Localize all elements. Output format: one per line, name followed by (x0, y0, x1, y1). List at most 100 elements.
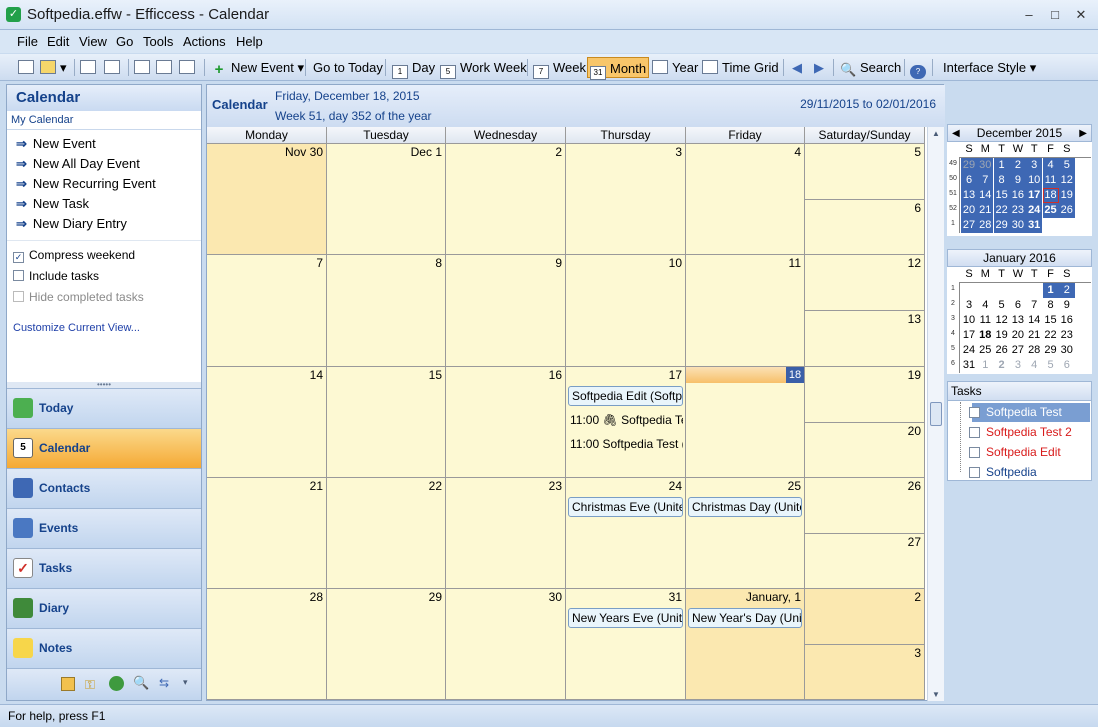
mini-calendar-day[interactable]: 29 (961, 158, 977, 173)
day-cell[interactable]: 25 Christmas Day (United States) (686, 478, 805, 589)
mini-calendar-day[interactable]: 27 (961, 218, 977, 233)
day-cell[interactable]: Nov 30 (207, 144, 327, 255)
day-cell[interactable]: 3 (566, 144, 686, 255)
event-item[interactable]: Softpedia Edit (Softpedia) (568, 386, 683, 406)
mini-calendar-day[interactable]: 1 (1042, 283, 1059, 298)
key-icon[interactable]: ⚿ (85, 677, 95, 693)
mini-calendar-day[interactable]: 11 (1042, 173, 1059, 188)
mini-calendar-day[interactable]: 13 (961, 188, 977, 203)
mini-calendar-day[interactable]: 3 (1010, 358, 1026, 373)
mini-calendar-day[interactable]: 16 (1009, 188, 1026, 203)
day-cell[interactable]: Dec 1 (327, 144, 446, 255)
open-folder-icon[interactable]: ▾ (40, 57, 67, 78)
mini-calendar-day[interactable]: 13 (1010, 313, 1026, 328)
sunday-cell[interactable]: 3 (805, 645, 925, 700)
mini-calendar-day[interactable]: 5 (1043, 358, 1059, 373)
day-cell[interactable]: 17 Softpedia Edit (Softpedia) 11:00 🖇 Soft… (566, 367, 686, 478)
mini-calendar-day[interactable]: 17 (961, 328, 977, 343)
task-item[interactable]: Softpedia Test 2 (969, 423, 1090, 442)
day-cell[interactable]: 28 (207, 589, 327, 700)
mini-calendar-day[interactable]: 23 (1009, 203, 1026, 218)
mini-calendar-day[interactable]: 4 (1026, 358, 1042, 373)
menu-actions[interactable]: Actions (183, 34, 226, 49)
day-cell[interactable]: 4 (686, 144, 805, 255)
mini-calendar-day[interactable]: 26 (994, 343, 1010, 358)
nav-diary[interactable]: Diary (7, 588, 201, 628)
mini-calendar-day[interactable]: 30 (1059, 343, 1075, 358)
mini-calendar-day[interactable]: 23 (1059, 328, 1075, 343)
help-icon[interactable]: ? (910, 57, 930, 79)
mini-calendar-day[interactable]: 28 (1026, 343, 1042, 358)
prev-arrow-icon[interactable]: ◀ (792, 57, 802, 78)
print-icon[interactable] (80, 57, 100, 78)
day-cell[interactable]: 15 (327, 367, 446, 478)
day-cell[interactable]: 8 (327, 255, 446, 367)
print-preview-icon[interactable] (104, 57, 124, 78)
mini-calendar-day[interactable]: 25 (1042, 203, 1059, 218)
mini-calendar-day[interactable]: 19 (1058, 188, 1075, 203)
new-all-day-event-link[interactable]: ⇒ New All Day Event (7, 154, 201, 174)
new-task-link[interactable]: ⇒ New Task (7, 194, 201, 214)
mini-calendar-day[interactable]: 30 (977, 158, 994, 173)
day-cell[interactable]: 30 (446, 589, 566, 700)
mini-calendar-day[interactable]: 4 (977, 298, 993, 313)
paste-icon[interactable] (179, 57, 199, 78)
mini-calendar-day[interactable]: 9 (1009, 173, 1026, 188)
include-tasks-checkbox[interactable]: Include tasks (7, 266, 201, 287)
scroll-up-icon[interactable]: ▲ (932, 129, 940, 138)
mini-calendar-day[interactable]: 2 (1009, 158, 1026, 173)
day-cell[interactable]: January, 1 New Year's Day (United States) (686, 589, 805, 700)
new-event-link[interactable]: ⇒ New Event (7, 134, 201, 154)
mini-calendar-day[interactable]: 25 (977, 343, 993, 358)
mini-calendar-day[interactable]: 28 (977, 218, 994, 233)
event-item[interactable]: Christmas Eve (United States) (568, 497, 683, 517)
next-arrow-icon[interactable]: ▶ (814, 57, 824, 78)
mini-calendar-day[interactable]: 26 (1058, 203, 1075, 218)
interface-style-dropdown[interactable]: Interface Style ▾ (943, 57, 1036, 78)
saturday-cell[interactable]: 26 (805, 478, 925, 534)
event-item[interactable]: New Years Eve (United States) (568, 608, 683, 628)
mini-calendar-day[interactable]: 14 (1026, 313, 1042, 328)
mini-calendar-day[interactable]: 21 (1026, 328, 1042, 343)
search-button[interactable]: 🔍 Search (840, 57, 901, 78)
week-view-button[interactable]: 7 Week (533, 57, 586, 79)
year-view-button[interactable]: Year (652, 57, 698, 78)
close-button[interactable]: ✕ (1072, 6, 1090, 24)
menu-file[interactable]: File (17, 34, 38, 49)
mini-calendar-day[interactable]: 18 (977, 328, 993, 343)
work-week-view-button[interactable]: 5 Work Week (440, 57, 527, 79)
mini-calendar-day[interactable]: 6 (961, 173, 977, 188)
nav-events[interactable]: Events (7, 508, 201, 548)
mini-calendar-day[interactable]: 24 (961, 343, 977, 358)
mini-calendar-day[interactable]: 7 (977, 173, 994, 188)
mini-calendar-day[interactable]: 12 (1058, 173, 1075, 188)
day-cell[interactable]: 14 (207, 367, 327, 478)
mini-calendar-day[interactable]: 7 (1026, 298, 1042, 313)
saturday-cell[interactable]: 2 (805, 589, 925, 645)
mini-calendar-day[interactable]: 31 (1026, 218, 1043, 233)
mini-calendar-day[interactable]: 2 (994, 358, 1010, 373)
task-item[interactable]: Softpedia Edit (969, 443, 1090, 462)
mini-calendar-day[interactable]: 20 (1010, 328, 1026, 343)
day-cell[interactable]: 16 (446, 367, 566, 478)
sunday-cell[interactable]: 20 (805, 423, 925, 478)
mini-calendar-day[interactable]: 1 (993, 158, 1010, 173)
mini-calendar-day[interactable]: 3 (961, 298, 977, 313)
nav-today[interactable]: Today (7, 388, 201, 428)
mini-calendar-day[interactable]: 6 (1059, 358, 1075, 373)
event-item[interactable]: 11:00 Softpedia Test (Softpedia) (570, 437, 683, 451)
saturday-cell[interactable]: 12 (805, 255, 925, 311)
mini-calendar-day[interactable]: 19 (994, 328, 1010, 343)
mini-calendar-day[interactable]: 29 (1043, 343, 1059, 358)
saturday-cell[interactable]: 19 (805, 367, 925, 423)
mini-calendar-day[interactable]: 10 (1026, 173, 1043, 188)
saturday-cell[interactable]: 5 (805, 144, 925, 200)
mini-calendar-day[interactable]: 16 (1059, 313, 1075, 328)
menu-go[interactable]: Go (116, 34, 133, 49)
mini-calendar-day[interactable]: 5 (1058, 158, 1075, 173)
day-cell[interactable]: 9 (446, 255, 566, 367)
mini-calendar-day[interactable]: 1 (977, 358, 993, 373)
nav-notes[interactable]: Notes (7, 628, 201, 668)
mini-calendar-day[interactable]: 3 (1026, 158, 1043, 173)
day-cell[interactable]: 18 (686, 367, 805, 478)
